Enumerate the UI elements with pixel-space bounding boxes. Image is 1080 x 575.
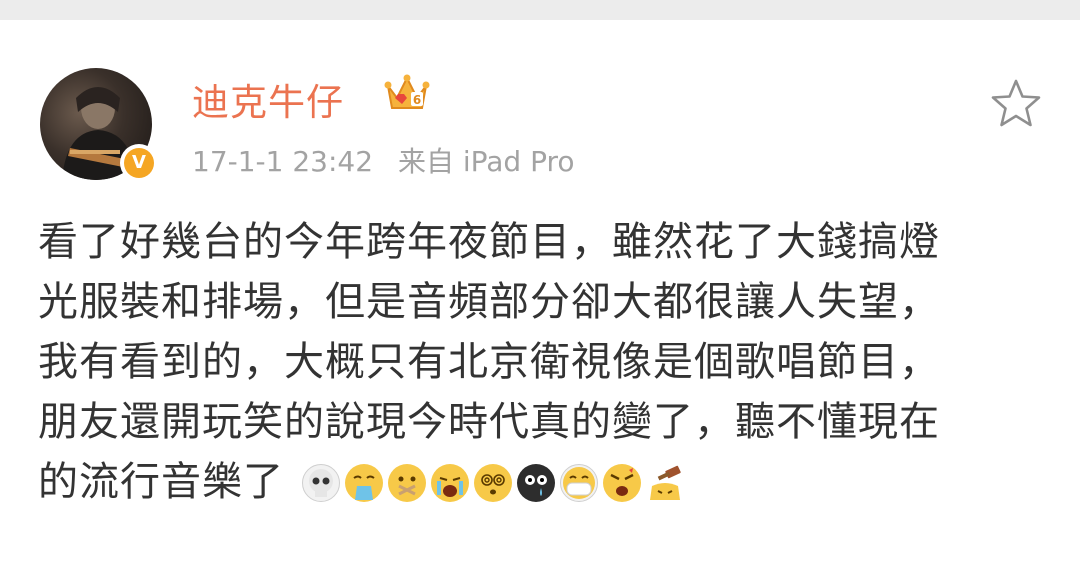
hammer-hit-face-icon bbox=[646, 464, 684, 502]
post-text: 看了好幾台的今年跨年夜節目，雖然花了大錢搞燈 光服裝和排場，但是音頻部分卻大都很… bbox=[38, 212, 1048, 512]
star-favorite-icon[interactable] bbox=[990, 78, 1042, 128]
black-dizzy-face-icon bbox=[516, 464, 555, 502]
post-meta: 17-1-1 23:42 来自 iPad Pro bbox=[192, 140, 591, 180]
crown-vip-icon: 6 bbox=[384, 74, 430, 109]
skull-icon bbox=[301, 464, 340, 502]
sealed-mouth-face-icon bbox=[387, 464, 426, 502]
svg-text:6: 6 bbox=[413, 93, 421, 107]
post-text-line: 光服裝和排場，但是音頻部分卻大都很讓人失望， bbox=[38, 279, 940, 325]
post-text-last-line: 的流行音樂了 bbox=[38, 452, 1048, 512]
post-text-line: 的流行音樂了 bbox=[38, 459, 284, 505]
dizzy-eyes-face-icon bbox=[473, 464, 512, 502]
avatar[interactable]: V bbox=[40, 68, 158, 184]
verified-v-icon: V bbox=[124, 148, 154, 178]
post-text-line: 我有看到的，大概只有北京衛視像是個歌唱節目， bbox=[38, 339, 940, 385]
vomit-face-icon bbox=[344, 464, 383, 502]
crying-loud-face-icon bbox=[430, 464, 469, 502]
post-source[interactable]: 来自 iPad Pro bbox=[398, 145, 575, 178]
post-timestamp: 17-1-1 23:42 bbox=[192, 145, 374, 178]
post-text-line: 看了好幾台的今年跨年夜節目，雖然花了大錢搞燈 bbox=[38, 219, 940, 265]
top-divider-bar bbox=[0, 0, 1080, 20]
angry-face-icon bbox=[602, 464, 641, 502]
mask-face-icon bbox=[559, 464, 598, 502]
post-text-line: 朋友還開玩笑的說現今時代真的變了，聽不懂現在 bbox=[38, 399, 940, 445]
author-name[interactable]: 迪克牛仔 bbox=[192, 72, 344, 126]
emoji-row bbox=[301, 464, 689, 502]
verified-badge: V bbox=[120, 144, 158, 182]
